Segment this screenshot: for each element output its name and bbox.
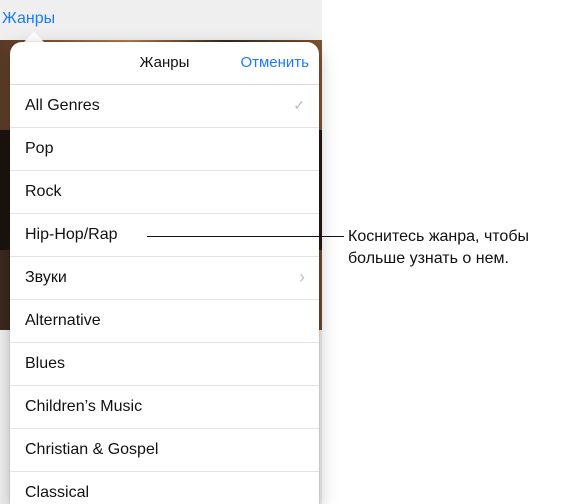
genre-row-all-genres[interactable]: All Genres ✓ (10, 85, 319, 128)
genres-popover: Жанры Отменить All Genres ✓ Pop Rock Hip… (10, 42, 319, 504)
genre-label: Classical (25, 484, 90, 501)
genre-label: Alternative (25, 312, 101, 329)
screen: Жанры Жанры Отменить All Genres ✓ Pop Ro… (0, 0, 587, 504)
popover-header: Жанры Отменить (10, 42, 319, 85)
genre-label: Blues (25, 355, 66, 372)
genre-label: Christian & Gospel (25, 441, 159, 458)
genre-row-alternative[interactable]: Alternative (10, 300, 319, 343)
genre-row-rock[interactable]: Rock (10, 171, 319, 214)
genre-row-christian-gospel[interactable]: Christian & Gospel (10, 429, 319, 472)
genre-row-classical[interactable]: Classical (10, 472, 319, 504)
genre-label: Children’s Music (25, 398, 143, 415)
genre-label: Pop (25, 140, 54, 157)
genre-list: All Genres ✓ Pop Rock Hip-Hop/Rap Звуки … (10, 85, 319, 504)
chevron-right-icon: › (299, 267, 305, 287)
popover-arrow (24, 32, 44, 42)
callout-line-2: больше узнать о нем. (348, 250, 509, 267)
callout-text: Коснитесь жанра, чтобы больше узнать о н… (348, 226, 584, 270)
genre-row-childrens-music[interactable]: Children’s Music (10, 386, 319, 429)
cancel-button[interactable]: Отменить (240, 54, 309, 71)
checkmark-icon: ✓ (293, 97, 305, 113)
genre-label: Rock (25, 183, 62, 200)
callout-line-1: Коснитесь жанра, чтобы (348, 228, 529, 245)
genre-row-blues[interactable]: Blues (10, 343, 319, 386)
genres-nav-button[interactable]: Жанры (2, 10, 55, 28)
genre-row-pop[interactable]: Pop (10, 128, 319, 171)
callout-leader-line (147, 236, 344, 237)
genre-label: Звуки (25, 269, 67, 286)
genre-row-sounds[interactable]: Звуки › (10, 257, 319, 300)
genre-label: Hip-Hop/Rap (25, 226, 118, 243)
genre-label: All Genres (25, 97, 100, 114)
